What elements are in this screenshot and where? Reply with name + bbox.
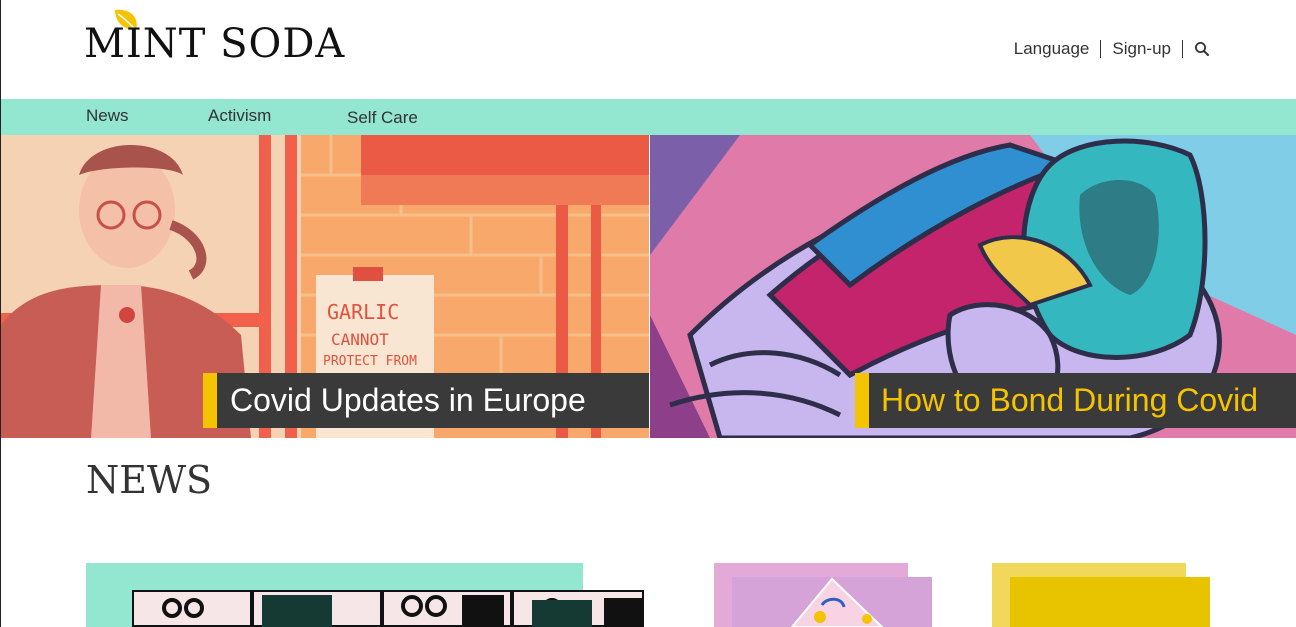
hero-story-covid-europe[interactable]: GARLIC CANNOT PROTECT FROM Covid Updates… bbox=[1, 135, 649, 438]
hero-title-text: How to Bond During Covid bbox=[881, 382, 1259, 418]
brand-name: MINT SODA bbox=[84, 21, 346, 67]
main-nav: News Activism Self Care bbox=[1, 99, 1296, 135]
accent-bar bbox=[203, 373, 217, 428]
news-card-image[interactable] bbox=[132, 590, 644, 627]
hero-title-bond-covid[interactable]: How to Bond During Covid bbox=[855, 373, 1296, 428]
hero-story-bond-covid[interactable]: How to Bond During Covid bbox=[650, 135, 1296, 438]
nav-item-self-care[interactable]: Self Care bbox=[347, 108, 418, 128]
nav-item-activism[interactable]: Activism bbox=[208, 106, 271, 126]
search-icon[interactable] bbox=[1194, 41, 1210, 57]
hero-title-text: Covid Updates in Europe bbox=[230, 382, 586, 418]
nav-item-news[interactable]: News bbox=[86, 106, 129, 126]
header-utility-links: Language Sign-up bbox=[1014, 37, 1210, 61]
signup-link[interactable]: Sign-up bbox=[1112, 39, 1171, 59]
news-card-image[interactable] bbox=[1010, 577, 1210, 627]
hero-title-covid-europe[interactable]: Covid Updates in Europe bbox=[203, 373, 649, 428]
news-card-image[interactable] bbox=[732, 577, 932, 627]
divider bbox=[1182, 40, 1183, 58]
section-title-news: NEWS bbox=[86, 458, 213, 502]
accent-bar bbox=[855, 373, 869, 428]
poster-text: PROTECT FROM bbox=[323, 354, 417, 369]
language-link[interactable]: Language bbox=[1014, 39, 1090, 59]
poster-text: GARLIC bbox=[327, 300, 399, 324]
poster-text: CANNOT bbox=[331, 330, 389, 349]
divider bbox=[1100, 40, 1102, 58]
site-logo[interactable]: MINT SODA bbox=[84, 6, 344, 66]
